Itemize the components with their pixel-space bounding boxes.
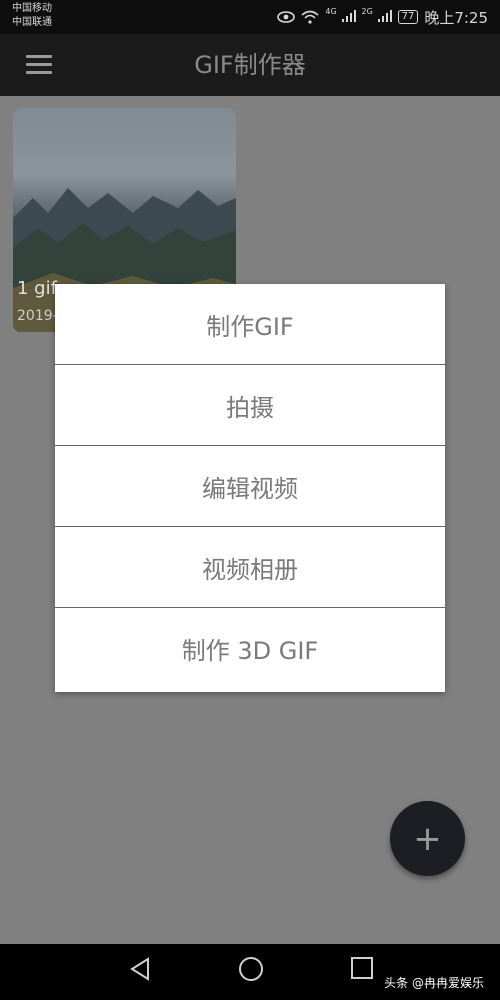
- home-circle-icon[interactable]: [238, 956, 264, 982]
- recent-square-icon[interactable]: [350, 956, 374, 980]
- carrier-2: 中国联通: [12, 17, 52, 28]
- watermark: 头条 @冉冉爱娱乐: [380, 972, 488, 993]
- create-options-dialog: 制作GIF 拍摄 编辑视频 视频相册 制作 3D GIF: [55, 284, 445, 692]
- shoot-option[interactable]: 拍摄: [55, 365, 445, 446]
- eye-icon: [277, 11, 296, 23]
- network-2-label: 2G: [361, 7, 373, 16]
- status-icons: 4G 2G 77 晚上7:25: [277, 6, 488, 28]
- back-triangle-icon[interactable]: [128, 956, 152, 982]
- signal-2: 2G: [362, 8, 392, 26]
- gif-name: 1 gif: [17, 278, 57, 299]
- gif-date: 2019-: [17, 308, 58, 324]
- wifi-icon: [301, 10, 319, 24]
- make-3d-gif-option[interactable]: 制作 3D GIF: [55, 608, 445, 689]
- page-title: GIF制作器: [194, 51, 306, 79]
- app-bar: GIF制作器: [0, 34, 500, 96]
- signal-1: 4G: [325, 7, 356, 26]
- add-button[interactable]: +: [390, 801, 465, 876]
- edit-video-option[interactable]: 编辑视频: [55, 446, 445, 527]
- status-bar: 中国移动 中国联通 4G 2G 77 晚上7:25: [0, 0, 500, 34]
- video-album-option[interactable]: 视频相册: [55, 527, 445, 608]
- battery-icon: 77: [397, 10, 419, 24]
- signal-bars-icon: [377, 10, 392, 22]
- make-gif-option[interactable]: 制作GIF: [55, 284, 445, 365]
- plus-icon: +: [413, 818, 442, 859]
- signal-bars-icon: [341, 10, 356, 22]
- carrier-info: 中国移动 中国联通: [12, 2, 52, 30]
- carrier-1: 中国移动: [12, 3, 52, 14]
- network-1-label: 4G: [325, 7, 337, 16]
- clock: 晚上7:25: [424, 8, 488, 27]
